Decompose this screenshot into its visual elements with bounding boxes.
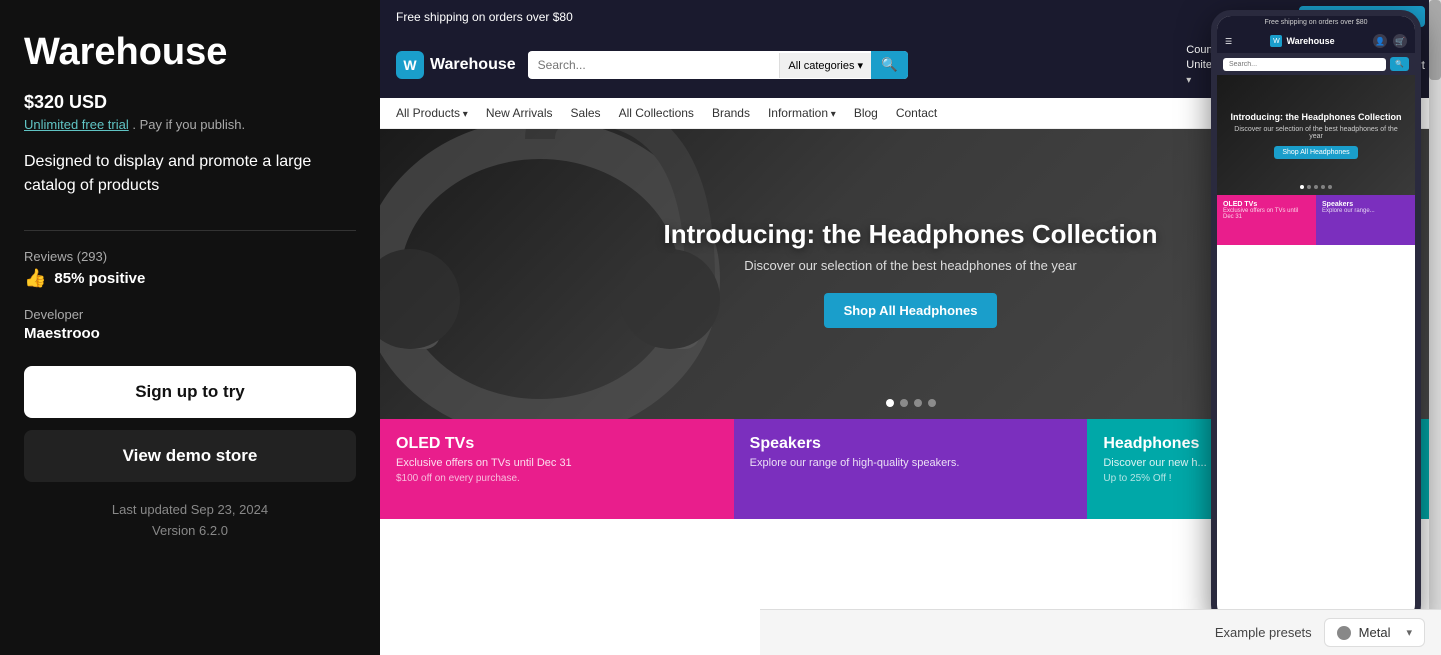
mobile-menu-icon[interactable]: ☰ — [1225, 37, 1232, 46]
cat-title-speakers: Speakers — [750, 435, 1072, 453]
hero-dots — [886, 399, 936, 407]
hero-dot-1[interactable] — [886, 399, 894, 407]
trial-text: Unlimited free trial . Pay if you publis… — [24, 117, 356, 132]
hero-subtitle: Discover our selection of the best headp… — [664, 258, 1158, 273]
mobile-topbar: ☰ W Warehouse 👤 🛒 — [1217, 29, 1415, 53]
thumb-icon: 👍 — [24, 268, 46, 289]
mobile-overlay: Free shipping on orders over $80 ☰ W War… — [1211, 10, 1421, 625]
announcement-text: Free shipping on orders over $80 — [396, 10, 573, 24]
mobile-hero-cta[interactable]: Shop All Headphones — [1274, 146, 1357, 159]
hero-title: Introducing: the Headphones Collection — [664, 219, 1158, 250]
search-bar[interactable]: All categories ▾ 🔍 — [528, 51, 908, 79]
store-wrapper: Free shipping on orders over $80 ✉ Subsc… — [380, 0, 1441, 655]
mobile-search-button[interactable]: 🔍 — [1390, 57, 1409, 71]
preset-selector[interactable]: Metal ▾ — [1324, 618, 1425, 647]
divider — [24, 230, 356, 231]
nav-item-blog[interactable]: Blog — [854, 106, 878, 120]
developer-name: Maestrooo — [24, 325, 356, 342]
reviews-label: Reviews (293) — [24, 249, 356, 264]
mobile-inner: Free shipping on orders over $80 ☰ W War… — [1217, 16, 1415, 619]
app-title: Warehouse — [24, 32, 356, 74]
hero-cta-button[interactable]: Shop All Headphones — [824, 293, 998, 328]
search-input[interactable] — [528, 52, 780, 78]
reviews-pct: 85% positive — [54, 270, 145, 287]
store-logo[interactable]: W Warehouse — [396, 51, 516, 79]
developer-label: Developer — [24, 307, 356, 322]
preset-name: Metal — [1359, 625, 1391, 640]
cat-subtitle-speakers: Explore our range of high-quality speake… — [750, 457, 1072, 469]
mobile-hero-title: Introducing: the Headphones Collection — [1231, 112, 1402, 122]
mobile-cart-icon[interactable]: 🛒 — [1393, 34, 1407, 48]
mobile-cat-speakers[interactable]: Speakers Explore our range... — [1316, 195, 1415, 245]
mobile-cat-title-tvs: OLED TVs — [1223, 201, 1310, 208]
bottom-bar: Example presets Metal ▾ — [760, 609, 1441, 655]
category-card-speakers[interactable]: Speakers Explore our range of high-quali… — [734, 419, 1088, 519]
example-presets-label: Example presets — [1215, 625, 1312, 640]
mobile-dot-2[interactable] — [1307, 185, 1311, 189]
nav-item-contact[interactable]: Contact — [896, 106, 937, 120]
mobile-logo-row: W Warehouse — [1270, 35, 1334, 47]
price: $320 USD — [24, 92, 356, 113]
signup-button[interactable]: Sign up to try — [24, 366, 356, 418]
mobile-dot-4[interactable] — [1321, 185, 1325, 189]
mobile-logo-icon: W — [1270, 35, 1282, 47]
cat-detail-tvs: $100 off on every purchase. — [396, 473, 718, 484]
mobile-hero: Introducing: the Headphones Collection D… — [1217, 75, 1415, 195]
logo-text: Warehouse — [430, 56, 516, 74]
cat-title-tvs: OLED TVs — [396, 435, 718, 453]
preset-dot-icon — [1337, 626, 1351, 640]
nav-item-collections[interactable]: All Collections — [619, 106, 694, 120]
mobile-search: 🔍 — [1217, 53, 1415, 75]
version: Version 6.2.0 — [152, 523, 228, 538]
hero-content: Introducing: the Headphones Collection D… — [664, 219, 1158, 328]
trial-link[interactable]: Unlimited free trial — [24, 117, 129, 132]
right-panel: Free shipping on orders over $80 ✉ Subsc… — [380, 0, 1441, 655]
mobile-dot-3[interactable] — [1314, 185, 1318, 189]
reviews-row: 👍 85% positive — [24, 268, 356, 289]
nav-item-brands[interactable]: Brands — [712, 106, 750, 120]
category-card-tvs[interactable]: OLED TVs Exclusive offers on TVs until D… — [380, 419, 734, 519]
left-panel: Warehouse $320 USD Unlimited free trial … — [0, 0, 380, 655]
mobile-cat-sub-tvs: Exclusive offers on TVs until Dec 31 — [1223, 208, 1310, 220]
mobile-dot-5[interactable] — [1328, 185, 1332, 189]
nav-item-new-arrivals[interactable]: New Arrivals — [486, 106, 553, 120]
hero-dot-4[interactable] — [928, 399, 936, 407]
mobile-cats: OLED TVs Exclusive offers on TVs until D… — [1217, 195, 1415, 245]
mobile-search-input[interactable] — [1223, 58, 1386, 71]
chevron-down-icon: ▾ — [1406, 626, 1412, 639]
mobile-announcement: Free shipping on orders over $80 — [1217, 16, 1415, 29]
hero-dot-3[interactable] — [914, 399, 922, 407]
nav-item-information[interactable]: Information — [768, 106, 836, 120]
trial-suffix: . Pay if you publish. — [132, 117, 245, 132]
scrollbar-thumb[interactable] — [1429, 0, 1441, 80]
update-info: Last updated Sep 23, 2024 Version 6.2.0 — [24, 500, 356, 542]
demo-button[interactable]: View demo store — [24, 430, 356, 482]
mobile-cat-tvs[interactable]: OLED TVs Exclusive offers on TVs until D… — [1217, 195, 1316, 245]
nav-item-products[interactable]: All Products — [396, 106, 468, 120]
search-category-dropdown[interactable]: All categories ▾ — [779, 53, 871, 78]
mobile-dot-1[interactable] — [1300, 185, 1304, 189]
mobile-hero-subtitle: Discover our selection of the best headp… — [1227, 126, 1405, 140]
cat-subtitle-tvs: Exclusive offers on TVs until Dec 31 — [396, 457, 718, 469]
mobile-cat-title-speakers: Speakers — [1322, 201, 1409, 208]
nav-item-sales[interactable]: Sales — [571, 106, 601, 120]
update-date: Last updated Sep 23, 2024 — [112, 502, 268, 517]
scrollbar[interactable] — [1429, 0, 1441, 655]
hero-dot-2[interactable] — [900, 399, 908, 407]
mobile-hero-dots — [1300, 185, 1332, 189]
mobile-logo-text: Warehouse — [1286, 36, 1334, 46]
mobile-icons: 👤 🛒 — [1373, 34, 1407, 48]
mobile-user-icon[interactable]: 👤 — [1373, 34, 1387, 48]
mobile-cat-sub-speakers: Explore our range... — [1322, 208, 1409, 214]
logo-icon: W — [396, 51, 424, 79]
description: Designed to display and promote a large … — [24, 150, 356, 198]
search-submit-button[interactable]: 🔍 — [871, 51, 908, 79]
